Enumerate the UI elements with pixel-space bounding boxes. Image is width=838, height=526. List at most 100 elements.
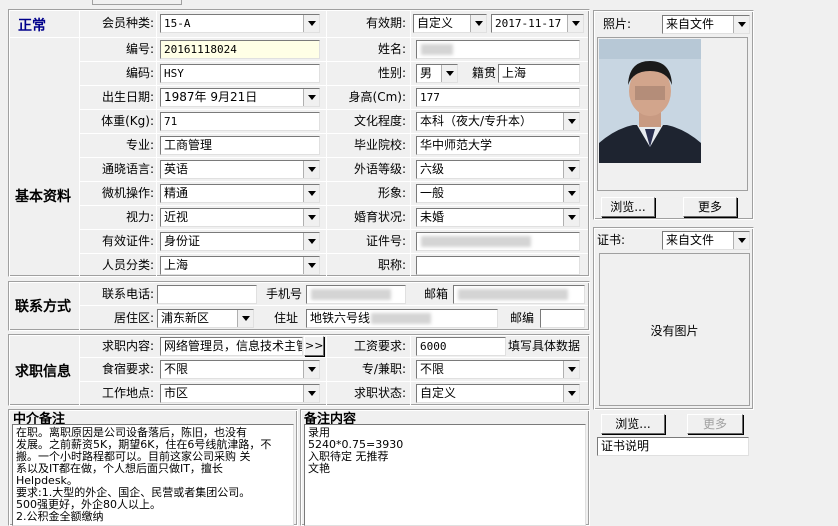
education-label: 文化程度: — [353, 114, 406, 128]
major-field[interactable]: 工商管理 — [160, 136, 320, 155]
computer-label: 微机操作: — [101, 186, 154, 200]
job-content-field[interactable]: 网络管理员，信息技术主管 — [160, 337, 303, 356]
status-label: 正常 — [18, 18, 46, 34]
category-label: 人员分类: — [101, 258, 154, 272]
height-field[interactable]: 177 — [416, 88, 580, 107]
id-no-label: 证件号: — [365, 234, 406, 248]
certificate-browse-button[interactable]: 浏览... — [601, 414, 665, 434]
lang-level-select[interactable]: 六级 — [416, 160, 580, 179]
title-field[interactable] — [416, 256, 580, 275]
chevron-down-icon[interactable] — [470, 15, 486, 32]
chevron-down-icon[interactable] — [563, 113, 579, 130]
chevron-down-icon[interactable] — [563, 161, 579, 178]
gender-select[interactable]: 男 — [416, 64, 458, 83]
computer-select[interactable]: 精通 — [160, 184, 320, 203]
chevron-down-icon[interactable] — [441, 65, 457, 82]
name-label: 姓名: — [377, 42, 406, 56]
name-field[interactable] — [416, 40, 580, 59]
address-label: 住址 — [273, 311, 298, 325]
photo-more-button[interactable]: 更多 — [683, 197, 737, 217]
chevron-down-icon[interactable] — [733, 16, 749, 33]
member-type-select[interactable]: 15-A — [160, 14, 320, 33]
salary-field[interactable]: 6000 — [416, 337, 506, 356]
certificate-empty-text: 没有图片 — [650, 324, 699, 338]
phone-field[interactable] — [157, 285, 257, 304]
category-select[interactable]: 上海 — [160, 256, 320, 275]
certificate-more-button[interactable]: 更多 — [687, 414, 743, 434]
vision-label: 视力: — [125, 210, 154, 224]
chevron-down-icon[interactable] — [237, 310, 253, 327]
mobile-label: 手机号 — [265, 287, 302, 301]
birth-date-picker[interactable]: 1987年 9月21日 — [160, 88, 320, 107]
valid-date-picker[interactable]: 2017-11-17 — [491, 14, 584, 33]
phone-label: 联系电话: — [101, 287, 154, 301]
board-select[interactable]: 不限 — [160, 360, 320, 379]
id-no-field[interactable] — [416, 232, 580, 251]
school-label: 毕业院校: — [353, 138, 406, 152]
chevron-down-icon[interactable] — [303, 233, 319, 250]
certificate-desc-field[interactable]: 证书说明 — [597, 437, 749, 456]
chevron-down-icon[interactable] — [563, 209, 579, 226]
job-state-label: 求职状态: — [353, 386, 406, 400]
remarks-textarea[interactable]: 录用 5240*0.75=3930 入职待定 无推荐 文艳 — [304, 424, 586, 526]
parttime-label: 专/兼职: — [361, 362, 406, 376]
chevron-down-icon[interactable] — [733, 232, 749, 249]
postcode-field[interactable] — [540, 309, 585, 328]
vision-select[interactable]: 近视 — [160, 208, 320, 227]
marital-select[interactable]: 未婚 — [416, 208, 580, 227]
email-field[interactable] — [453, 285, 585, 304]
job-state-select[interactable]: 自定义 — [416, 384, 580, 403]
agency-notes-textarea[interactable]: 在职。离职原因是公司设备落后，陈旧，也没有 发展。之前薪资5K，期望6K，住在6号… — [12, 424, 294, 526]
school-field[interactable]: 华中师范大学 — [416, 136, 580, 155]
chevron-down-icon[interactable] — [303, 361, 319, 378]
tab-basic[interactable] — [92, 0, 182, 5]
salary-label: 工资要求: — [353, 339, 406, 353]
job-content-more-button[interactable]: >> — [304, 336, 324, 356]
code-field[interactable]: HSY — [160, 64, 320, 83]
chevron-down-icon[interactable] — [563, 185, 579, 202]
chevron-down-icon[interactable] — [303, 15, 319, 32]
valid-mode-select[interactable]: 自定义 — [413, 14, 487, 33]
member-type-label: 会员种类: — [101, 16, 154, 30]
number-label: 编号: — [125, 42, 154, 56]
chevron-down-icon[interactable] — [303, 209, 319, 226]
id-type-label: 有效证件: — [101, 234, 154, 248]
birth-label: 出生日期: — [101, 90, 154, 104]
chevron-down-icon[interactable] — [303, 89, 319, 106]
appearance-label: 形象: — [377, 186, 406, 200]
district-select[interactable]: 浦东新区 — [157, 309, 254, 328]
chevron-down-icon[interactable] — [303, 185, 319, 202]
valid-period-label: 有效期: — [365, 16, 406, 30]
number-field[interactable]: 20161118024 — [160, 40, 320, 59]
photo-browse-button[interactable]: 浏览... — [601, 197, 655, 217]
weight-label: 体重(Kg): — [101, 114, 154, 128]
chevron-down-icon[interactable] — [303, 257, 319, 274]
education-select[interactable]: 本科（夜大/专升本） — [416, 112, 580, 131]
photo-source-select[interactable]: 来自文件 — [662, 15, 750, 34]
email-label: 邮箱 — [423, 287, 448, 301]
language-label: 通晓语言: — [101, 162, 154, 176]
id-type-select[interactable]: 身份证 — [160, 232, 320, 251]
appearance-select[interactable]: 一般 — [416, 184, 580, 203]
chevron-down-icon[interactable] — [567, 15, 583, 32]
chevron-down-icon[interactable] — [303, 385, 319, 402]
code-label: 编码: — [125, 66, 154, 80]
weight-field[interactable]: 71 — [160, 112, 320, 131]
chevron-down-icon[interactable] — [303, 161, 319, 178]
lang-level-label: 外语等级: — [353, 162, 406, 176]
chevron-down-icon[interactable] — [563, 385, 579, 402]
remarks-line: 文艳 — [308, 462, 330, 475]
board-label: 食宿要求: — [101, 362, 154, 376]
mobile-field[interactable] — [306, 285, 406, 304]
agency-notes-line: 2.公积金全额缴纳 — [16, 510, 104, 523]
language-select[interactable]: 英语 — [160, 160, 320, 179]
parttime-select[interactable]: 不限 — [416, 360, 580, 379]
chevron-down-icon[interactable] — [563, 361, 579, 378]
postcode-label: 邮编 — [509, 311, 534, 325]
location-select[interactable]: 市区 — [160, 384, 320, 403]
height-label: 身高(Cm): — [348, 90, 406, 104]
address-field[interactable]: 地铁六号线 — [306, 309, 498, 328]
origin-field[interactable]: 上海 — [498, 64, 580, 83]
gender-label: 性别: — [377, 66, 406, 80]
certificate-source-select[interactable]: 来自文件 — [662, 231, 750, 250]
